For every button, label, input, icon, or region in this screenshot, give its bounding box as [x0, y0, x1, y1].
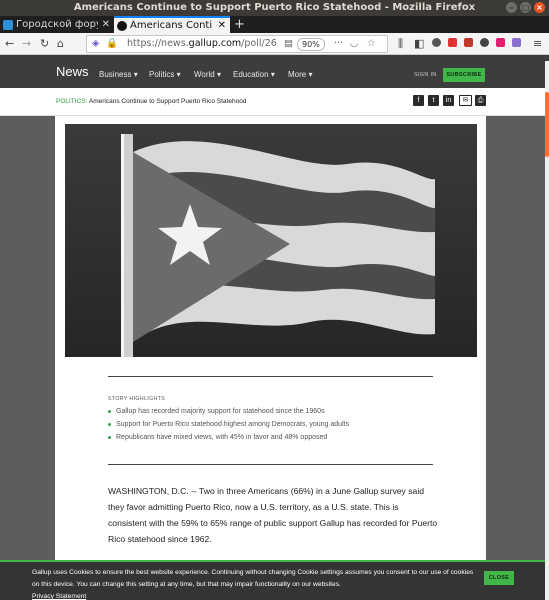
page-viewport: News Business ▾ Politics ▾ World ▾ Educa…	[0, 55, 549, 600]
highlight-item: Gallup has recorded majority support for…	[108, 408, 325, 415]
reader-view-icon[interactable]: ▤	[284, 36, 293, 52]
tab-gallup[interactable]: Americans Continue to ✕	[114, 16, 230, 33]
facebook-icon[interactable]: f	[413, 95, 424, 106]
extension-red-icon[interactable]	[464, 38, 473, 47]
window-controls: – □ ×	[506, 2, 545, 13]
right-margin	[486, 116, 545, 600]
navigation-bar: ← → ↻ ⌂ ◈ 🔒 https://news.gallup.com/poll…	[0, 33, 549, 55]
article-body: WASHINGTON, D.C. -- Two in three America…	[108, 486, 438, 544]
minimize-button[interactable]: –	[506, 2, 517, 13]
music-extension-icon[interactable]	[496, 38, 505, 47]
breadcrumb-category[interactable]: POLITICS:	[56, 98, 87, 105]
zoom-level[interactable]: 90%	[297, 38, 325, 51]
forward-icon[interactable]: →	[22, 33, 31, 54]
tab-bar: Городской форум Ни ✕ Americans Continue …	[0, 16, 549, 33]
cookie-banner: Gallup uses Cookies to ensure the best w…	[0, 560, 549, 600]
site-logo[interactable]: News	[56, 55, 89, 88]
cookie-close-button[interactable]: CLOSE	[484, 571, 514, 585]
menu-hamburger-icon[interactable]: ≡	[533, 33, 542, 54]
gallup-favicon-icon	[117, 20, 127, 31]
pocket-icon[interactable]: ◡	[350, 36, 358, 52]
highlight-item: Republicans have mixed views, with 45% i…	[108, 434, 327, 441]
highlight-item: Support for Puerto Rico statehood highes…	[108, 421, 349, 428]
window-title: Americans Continue to Support Puerto Ric…	[73, 2, 476, 13]
puerto-rico-flag-photo	[65, 124, 477, 357]
window-titlebar: Americans Continue to Support Puerto Ric…	[0, 0, 549, 16]
back-icon[interactable]: ←	[5, 33, 14, 54]
home-icon[interactable]: ⌂	[57, 33, 64, 54]
linkedin-icon[interactable]: in	[443, 95, 454, 106]
scrollbar-thumb[interactable]	[545, 92, 549, 157]
breadcrumb: POLITICS: Americans Continue to Support …	[56, 88, 246, 115]
page-actions-icon[interactable]: ···	[334, 36, 343, 52]
new-tab-button[interactable]: +	[234, 16, 245, 33]
article-strip: POLITICS: Americans Continue to Support …	[0, 88, 549, 116]
bullet-icon	[108, 409, 111, 413]
bookmark-star-icon[interactable]: ☆	[367, 36, 376, 52]
lock-icon[interactable]: 🔒	[106, 36, 118, 52]
url-bar[interactable]: ◈ 🔒 https://news.gallup.com/poll/260744/…	[86, 35, 388, 53]
bullet-icon	[108, 422, 111, 426]
site-header: News Business ▾ Politics ▾ World ▾ Educa…	[0, 55, 549, 88]
account-icon[interactable]	[432, 38, 441, 47]
story-highlights-title: STORY HIGHLIGHTS	[108, 396, 166, 402]
close-tab-icon[interactable]: ✕	[218, 18, 226, 33]
maximize-button[interactable]: □	[520, 2, 531, 13]
print-icon[interactable]: ⎙	[475, 95, 486, 106]
tab-forum[interactable]: Городской форум Ни ✕	[0, 16, 114, 33]
adblock-icon[interactable]	[448, 38, 457, 47]
left-margin	[0, 116, 55, 600]
forum-favicon-icon	[3, 19, 13, 30]
reload-icon[interactable]: ↻	[40, 33, 49, 54]
article-card: STORY HIGHLIGHTS Gallup has recorded maj…	[55, 116, 486, 600]
tab-label: Городской форум Ни	[16, 19, 98, 30]
email-icon[interactable]: ✉	[459, 95, 472, 106]
breadcrumb-title: Americans Continue to Support Puerto Ric…	[88, 98, 247, 105]
extension-purple-icon[interactable]	[512, 38, 521, 47]
library-icon[interactable]: ⫼	[398, 33, 403, 54]
privacy-statement-link[interactable]: Privacy Statement	[32, 591, 482, 600]
url-text[interactable]: https://news.gallup.com/poll/260744/a	[127, 36, 277, 52]
highlights-divider-bottom	[108, 464, 433, 465]
cookie-message: Gallup uses Cookies to ensure the best w…	[32, 567, 482, 600]
extension-circle-icon[interactable]	[480, 38, 489, 47]
highlights-divider-top	[108, 376, 433, 377]
close-tab-icon[interactable]: ✕	[102, 16, 110, 33]
bullet-icon	[108, 435, 111, 439]
sidebar-icon[interactable]: ◧	[414, 33, 424, 54]
twitter-icon[interactable]: t	[428, 95, 439, 106]
tab-label: Americans Continue to	[130, 20, 212, 31]
tracking-shield-icon[interactable]: ◈	[92, 36, 99, 52]
subscribe-button[interactable]: SUBSCRIBE	[443, 68, 485, 82]
close-window-button[interactable]: ×	[534, 2, 545, 13]
